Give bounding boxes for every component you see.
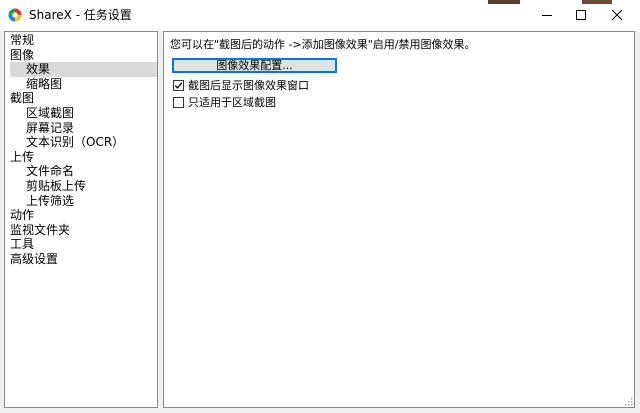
minimize-icon <box>542 15 552 16</box>
tree-item-tools[interactable]: 工具 <box>10 237 126 252</box>
tree-item-clipboard-upload[interactable]: 剪贴板上传 <box>10 179 126 194</box>
tree-item-general[interactable]: 常规 <box>10 33 126 48</box>
desktop-wallpaper-edge <box>488 0 520 4</box>
show-effects-window-checkbox[interactable] <box>173 80 184 91</box>
checkmark-icon <box>174 82 183 89</box>
tree-item-advanced[interactable]: 高级设置 <box>10 252 126 267</box>
region-only-checkbox[interactable] <box>173 97 184 108</box>
close-icon <box>612 10 622 20</box>
close-button[interactable] <box>594 0 640 31</box>
task-settings-window: ShareX - 任务设置 常规 图像 效果 缩略图 截图 区域截图 屏幕记录 … <box>0 0 640 413</box>
effects-settings-panel: 您可以在"截图后的动作 ->添加图像效果"启用/禁用图像效果。 图像效果配置..… <box>163 31 635 408</box>
maximize-icon <box>576 10 586 20</box>
tree-item-region-capture[interactable]: 区域截图 <box>10 106 126 121</box>
tree-item-effects[interactable]: 效果 <box>10 62 157 77</box>
tree-item-actions[interactable]: 动作 <box>10 208 126 223</box>
image-effects-config-button[interactable]: 图像效果配置... <box>172 58 337 73</box>
tree-items: 常规 图像 效果 缩略图 截图 区域截图 屏幕记录 文本识别（OCR） 上传 文… <box>10 33 157 267</box>
tree-item-upload[interactable]: 上传 <box>10 150 126 165</box>
sharex-logo-icon <box>8 8 22 22</box>
tree-item-capture[interactable]: 截图 <box>10 91 126 106</box>
resize-grip-icon[interactable] <box>623 396 633 406</box>
region-only-label: 只适用于区域截图 <box>188 96 276 109</box>
window-title: ShareX - 任务设置 <box>29 8 132 22</box>
tree-item-screen-recorder[interactable]: 屏幕记录 <box>10 121 126 136</box>
tree-item-file-naming[interactable]: 文件命名 <box>10 164 126 179</box>
settings-nav-tree[interactable]: 常规 图像 效果 缩略图 截图 区域截图 屏幕记录 文本识别（OCR） 上传 文… <box>4 31 158 408</box>
tree-item-thumbnail[interactable]: 缩略图 <box>10 77 126 92</box>
tree-item-ocr[interactable]: 文本识别（OCR） <box>10 135 126 150</box>
effects-description: 您可以在"截图后的动作 ->添加图像效果"启用/禁用图像效果。 <box>170 38 476 51</box>
show-effects-window-label: 截图后显示图像效果窗口 <box>188 79 309 92</box>
tree-item-image[interactable]: 图像 <box>10 48 126 63</box>
tree-item-watch-folders[interactable]: 监视文件夹 <box>10 223 126 238</box>
tree-item-uploader-filters[interactable]: 上传筛选 <box>10 194 126 209</box>
title-bar[interactable]: ShareX - 任务设置 <box>0 0 640 31</box>
